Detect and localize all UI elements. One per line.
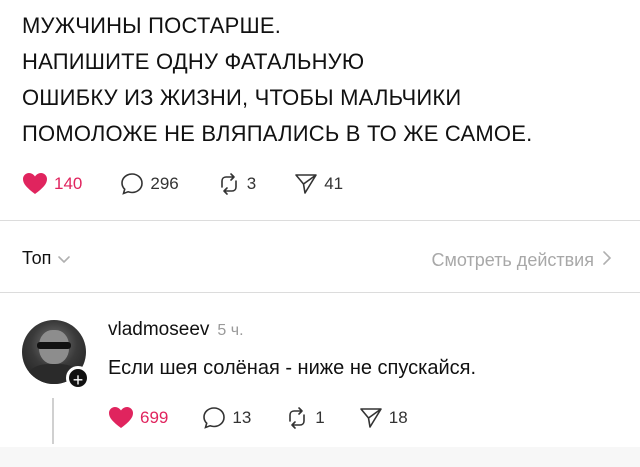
repost-icon — [217, 172, 241, 196]
post-repost-button[interactable]: 3 — [217, 172, 256, 196]
comment-reply-count: 13 — [232, 408, 252, 427]
comment-repost-count: 1 — [315, 408, 325, 427]
post-reply-button[interactable]: 296 — [120, 172, 179, 196]
post-repost-count: 3 — [246, 174, 257, 193]
divider — [0, 292, 640, 293]
heart-filled-icon — [22, 172, 48, 196]
chevron-down-icon — [51, 248, 71, 269]
comment-reply-button[interactable]: 13 — [202, 406, 251, 430]
repost-icon — [285, 406, 309, 430]
comment-repost-button[interactable]: 1 — [285, 406, 325, 430]
heart-filled-icon — [108, 406, 134, 430]
view-activity-link[interactable]: Смотреть действия — [432, 250, 612, 271]
post-line: ПОМОЛОЖЕ НЕ ВЛЯПАЛИСЬ В ТО ЖЕ САМОЕ. — [22, 121, 533, 146]
bottom-strip — [0, 447, 640, 467]
post-share-count: 41 — [324, 174, 344, 193]
sort-dropdown[interactable]: Топ — [22, 248, 71, 269]
post-line: НАПИШИТЕ ОДНУ ФАТАЛЬНУЮ — [22, 49, 365, 74]
plus-icon: + — [72, 370, 84, 390]
avatar-glasses — [37, 342, 71, 349]
comment-share-button[interactable]: 18 — [359, 406, 408, 430]
post-actions: 140 296 3 41 — [22, 172, 381, 196]
post-like-count: 140 — [54, 174, 83, 193]
share-icon — [359, 406, 383, 430]
thread-line — [52, 398, 54, 444]
post-reply-count: 296 — [150, 174, 179, 193]
comment-header: vladmoseev 5 ч. — [108, 319, 244, 341]
view-activity-label: Смотреть действия — [431, 250, 594, 270]
comment-share-count: 18 — [388, 408, 408, 427]
comment-like-count: 699 — [140, 408, 169, 427]
chevron-right-icon — [594, 250, 612, 271]
post-like-button[interactable]: 140 — [22, 172, 82, 196]
share-icon — [294, 172, 318, 196]
comment-icon — [120, 172, 144, 196]
divider — [0, 220, 640, 221]
comment-like-button[interactable]: 699 — [108, 406, 168, 430]
comment-text: Если шея солёная - ниже не спускайся. — [108, 357, 477, 379]
comment-username[interactable]: vladmoseev — [108, 319, 209, 341]
comment-actions: 699 13 1 18 — [108, 406, 446, 430]
post-line: МУЖЧИНЫ ПОСТАРШЕ. — [22, 13, 282, 38]
comment-time: 5 ч. — [217, 322, 244, 339]
sort-label: Топ — [22, 248, 52, 268]
comment-icon — [202, 406, 226, 430]
post-text: МУЖЧИНЫ ПОСТАРШЕ. НАПИШИТЕ ОДНУ ФАТАЛЬНУ… — [22, 8, 622, 152]
follow-button[interactable]: + — [66, 366, 90, 390]
post-line: ОШИБКУ ИЗ ЖИЗНИ, ЧТОБЫ МАЛЬЧИКИ — [22, 85, 462, 110]
post-share-button[interactable]: 41 — [294, 172, 343, 196]
